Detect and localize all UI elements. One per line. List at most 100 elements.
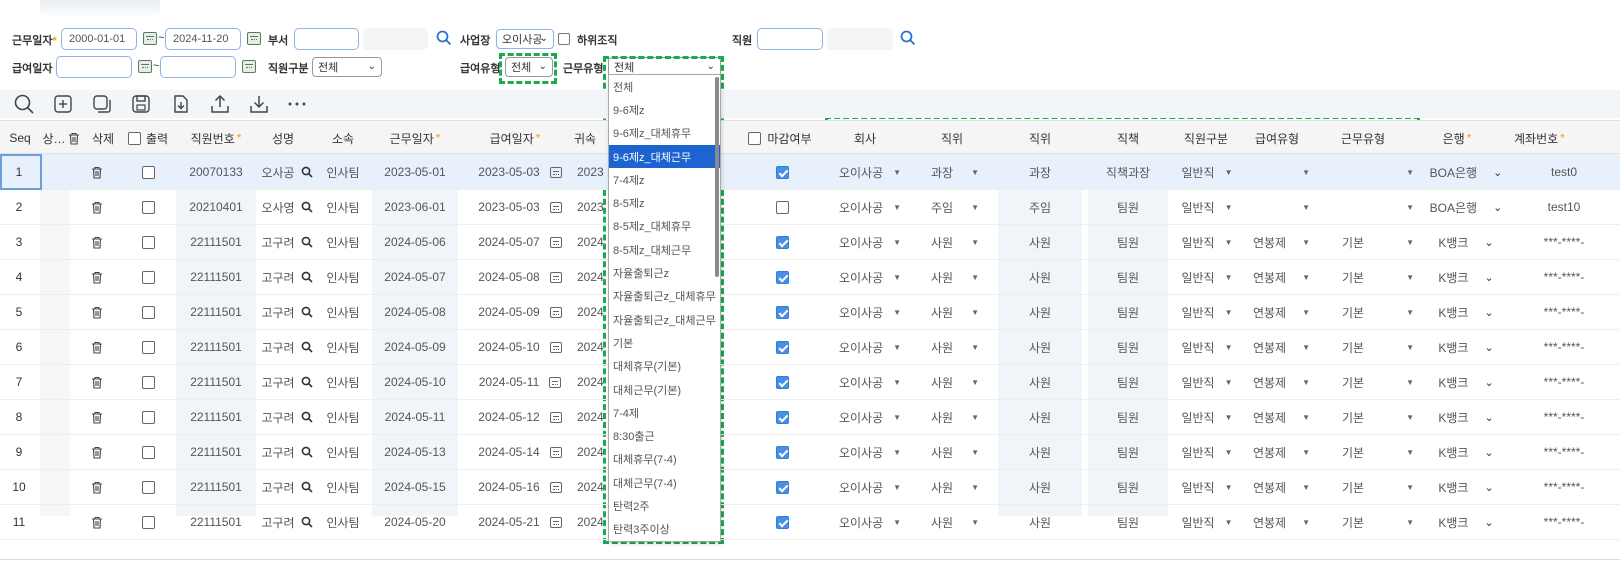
pay-date-cell[interactable]: 2024-05-08 — [468, 259, 572, 295]
bank-cell[interactable]: K뱅크 ⌄ — [1428, 434, 1504, 470]
closed-checkbox[interactable] — [775, 165, 789, 179]
col-affil[interactable]: 소속 — [318, 121, 368, 155]
closed-cell[interactable] — [772, 329, 792, 365]
col-position-2[interactable]: 직위 — [998, 121, 1082, 155]
col-delete[interactable]: 삭제 — [86, 121, 120, 155]
delete-cell[interactable] — [86, 259, 108, 295]
position-cell[interactable]: 사원 ▼ — [918, 224, 992, 260]
pay-date-cell[interactable]: 2024-05-14 — [468, 434, 572, 470]
work-type-cell[interactable]: 기본 ▼ — [1320, 224, 1414, 260]
closed-cell[interactable] — [772, 154, 792, 190]
emp-type-cell[interactable]: 일반직 ▼ — [1176, 364, 1238, 400]
dropdown-option[interactable]: 8-5제z_대체근무 — [609, 238, 720, 261]
table-row[interactable]: 10 22111501 고구려 인사팀 2024-05-15 2024-05-16 2024… — [0, 469, 1620, 505]
print-cell[interactable] — [138, 469, 158, 505]
dropdown-option[interactable]: 탄력3주이상 — [609, 518, 720, 541]
work-type-cell[interactable]: ▼ — [1320, 154, 1414, 190]
bank-cell[interactable]: K뱅크 ⌄ — [1428, 364, 1504, 400]
print-cell[interactable] — [138, 154, 158, 190]
company-cell[interactable]: 오이사공 ▼ — [830, 469, 910, 505]
work-type-dropdown-list[interactable]: 전체 9-6제z 9-6제z_대체휴무 9-6제z_대체근무 7-4제z 8-5제z 8-5… — [608, 74, 721, 542]
emp-type-cell[interactable]: 일반직 ▼ — [1176, 329, 1238, 365]
account-cell[interactable]: ***-****- — [1508, 224, 1620, 260]
company-cell[interactable]: 오이사공 ▼ — [830, 259, 910, 295]
name-search-icon[interactable] — [301, 446, 313, 458]
bank-cell[interactable]: BOA은행 ⌄ — [1428, 154, 1504, 190]
emp-type-cell[interactable]: 일반직 ▼ — [1176, 259, 1238, 295]
closed-cell[interactable] — [772, 469, 792, 505]
closed-checkbox[interactable] — [775, 305, 789, 319]
calendar-icon[interactable] — [247, 32, 261, 45]
print-checkbox[interactable] — [141, 235, 155, 249]
company-cell[interactable]: 오이사공 ▼ — [830, 504, 910, 540]
emp-type-cell[interactable]: 일반직 ▼ — [1176, 224, 1238, 260]
bank-cell[interactable]: K뱅크 ⌄ — [1428, 259, 1504, 295]
bank-cell[interactable]: BOA은행 ⌄ — [1428, 189, 1504, 225]
print-checkbox[interactable] — [141, 410, 155, 424]
emp-type-cell[interactable]: 일반직 ▼ — [1176, 189, 1238, 225]
col-seq[interactable]: Seq — [0, 121, 40, 155]
name-cell[interactable]: 오사공 — [258, 154, 316, 190]
account-cell[interactable]: ***-****- — [1508, 434, 1620, 470]
dropdown-option[interactable]: 전체 — [609, 75, 720, 98]
account-cell[interactable]: ***-****- — [1508, 399, 1620, 435]
upload-icon[interactable] — [209, 93, 231, 115]
calendar-icon[interactable] — [549, 446, 562, 458]
position-cell[interactable]: 사원 ▼ — [918, 469, 992, 505]
print-cell[interactable] — [138, 399, 158, 435]
calendar-icon[interactable] — [138, 60, 152, 73]
dropdown-option[interactable]: 자율출퇴근z_대체근무 — [609, 308, 720, 331]
bank-cell[interactable]: K뱅크 ⌄ — [1428, 294, 1504, 330]
name-search-icon[interactable] — [301, 376, 313, 388]
col-position[interactable]: 직위 — [912, 121, 992, 155]
pay-date-cell[interactable]: 2024-05-10 — [468, 329, 572, 365]
bank-cell[interactable]: K뱅크 ⌄ — [1428, 329, 1504, 365]
work-type-cell[interactable]: 기본 ▼ — [1320, 399, 1414, 435]
print-checkbox[interactable] — [141, 165, 155, 179]
dropdown-option[interactable]: 8:30출근 — [609, 424, 720, 447]
closed-checkbox[interactable] — [775, 375, 789, 389]
name-cell[interactable]: 고구려 — [258, 224, 316, 260]
table-row[interactable]: 2 20210401 오사영 인사팀 2023-06-01 2023-05-03 2023 오… — [0, 189, 1620, 225]
name-cell[interactable]: 오사영 — [258, 189, 316, 225]
dropdown-option[interactable]: 기본 — [609, 331, 720, 354]
pay-type-cell[interactable]: 연봉제 ▼ — [1248, 469, 1310, 505]
company-cell[interactable]: 오이사공 ▼ — [830, 189, 910, 225]
dropdown-option[interactable]: 자율출퇴근z_대체휴무 — [609, 285, 720, 308]
work-type-cell[interactable]: 기본 ▼ — [1320, 259, 1414, 295]
pay-date-cell[interactable]: 2024-05-21 — [468, 504, 572, 540]
name-search-icon[interactable] — [301, 306, 313, 318]
add-icon[interactable] — [52, 93, 74, 115]
pay-date-cell[interactable]: 2024-05-16 — [468, 469, 572, 505]
closed-checkbox[interactable] — [775, 235, 789, 249]
print-checkbox[interactable] — [141, 480, 155, 494]
employee-input[interactable] — [757, 28, 823, 50]
name-search-icon[interactable] — [301, 271, 313, 283]
company-cell[interactable]: 오이사공 ▼ — [830, 364, 910, 400]
bank-cell[interactable]: K뱅크 ⌄ — [1428, 469, 1504, 505]
closed-checkbox[interactable] — [775, 410, 789, 424]
account-cell[interactable]: test10 — [1508, 189, 1620, 225]
delete-cell[interactable] — [86, 399, 108, 435]
col-attrib[interactable]: 귀속 — [574, 121, 608, 155]
print-cell[interactable] — [138, 259, 158, 295]
position-cell[interactable]: 과장 ▼ — [918, 154, 992, 190]
dropdown-option[interactable]: 자율출퇴근z — [609, 261, 720, 284]
table-row[interactable]: 9 22111501 고구려 인사팀 2024-05-13 2024-05-14 2024 오… — [0, 434, 1620, 470]
copy-icon[interactable] — [91, 93, 113, 115]
col-bank[interactable]: 은행 * — [1420, 121, 1494, 155]
dropdown-option[interactable]: 대체근무(7-4) — [609, 471, 720, 494]
name-search-icon[interactable] — [301, 411, 313, 423]
calendar-icon[interactable] — [549, 201, 562, 213]
pay-date-cell[interactable]: 2023-05-03 — [468, 189, 572, 225]
closed-cell[interactable] — [772, 504, 792, 540]
emp-type-cell[interactable]: 일반직 ▼ — [1176, 294, 1238, 330]
name-search-icon[interactable] — [301, 516, 313, 528]
pay-type-cell[interactable]: 연봉제 ▼ — [1248, 399, 1310, 435]
pay-type-cell[interactable]: ▼ — [1248, 189, 1310, 225]
col-closed[interactable]: 마감여부 — [740, 121, 820, 155]
account-cell[interactable]: test0 — [1508, 154, 1620, 190]
table-row[interactable]: 1 20070133 오사공 인사팀 2023-05-01 2023-05-03 2023 오… — [0, 154, 1620, 190]
name-cell[interactable]: 고구려 — [258, 399, 316, 435]
col-name[interactable]: 성명 — [256, 121, 310, 155]
